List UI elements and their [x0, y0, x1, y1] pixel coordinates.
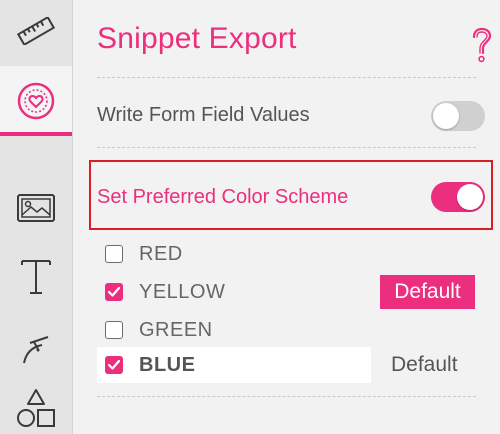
red-checkbox[interactable] — [105, 245, 123, 263]
tool-sidebar — [0, 0, 73, 434]
active-tab-indicator — [0, 132, 72, 136]
snippet-export-panel: Snippet Export Write Form Field Values S… — [73, 0, 500, 434]
color-option-green[interactable]: GREEN — [105, 316, 213, 344]
color-option-label: BLUE — [139, 353, 196, 376]
text-tool-button[interactable] — [0, 248, 72, 306]
panel-header: Snippet Export — [73, 0, 500, 68]
blue-checkbox[interactable] — [105, 356, 123, 374]
toggle-knob — [457, 184, 483, 210]
image-icon — [17, 194, 55, 222]
green-checkbox[interactable] — [105, 321, 123, 339]
divider — [97, 396, 476, 397]
snippet-export-tool-button[interactable] — [0, 66, 72, 136]
color-option-red[interactable]: RED — [105, 240, 183, 268]
help-button[interactable] — [470, 26, 494, 66]
ruler-tool-button[interactable] — [0, 0, 72, 62]
write-form-field-values-toggle[interactable] — [431, 101, 485, 131]
draw-tool-button[interactable] — [0, 318, 72, 376]
color-option-label: YELLOW — [139, 280, 226, 303]
set-preferred-color-scheme-label: Set Preferred Color Scheme — [97, 186, 349, 208]
draw-path-icon — [23, 336, 49, 364]
color-option-yellow[interactable]: YELLOW — [105, 278, 225, 306]
blue-default-link[interactable]: Default — [391, 353, 458, 377]
shapes-tool-button[interactable] — [0, 386, 72, 434]
set-preferred-color-scheme-toggle[interactable] — [431, 182, 485, 212]
ruler-icon — [16, 17, 56, 45]
heart-badge-icon — [17, 82, 55, 120]
yellow-default-button[interactable]: Default — [380, 275, 475, 309]
yellow-checkbox[interactable] — [105, 283, 123, 301]
image-tool-button[interactable] — [0, 180, 72, 236]
divider — [97, 147, 476, 148]
text-icon — [21, 260, 51, 294]
shapes-icon — [17, 389, 55, 427]
checkmark-icon — [107, 359, 121, 370]
color-option-label: RED — [139, 242, 183, 265]
checkmark-icon — [107, 286, 121, 297]
color-option-label: GREEN — [139, 318, 213, 341]
write-form-field-values-label: Write Form Field Values — [97, 104, 310, 126]
divider — [97, 77, 476, 78]
page-title: Snippet Export — [97, 22, 297, 55]
question-mark-icon — [472, 27, 492, 63]
toggle-knob — [433, 103, 459, 129]
color-option-blue[interactable]: BLUE — [105, 351, 195, 379]
